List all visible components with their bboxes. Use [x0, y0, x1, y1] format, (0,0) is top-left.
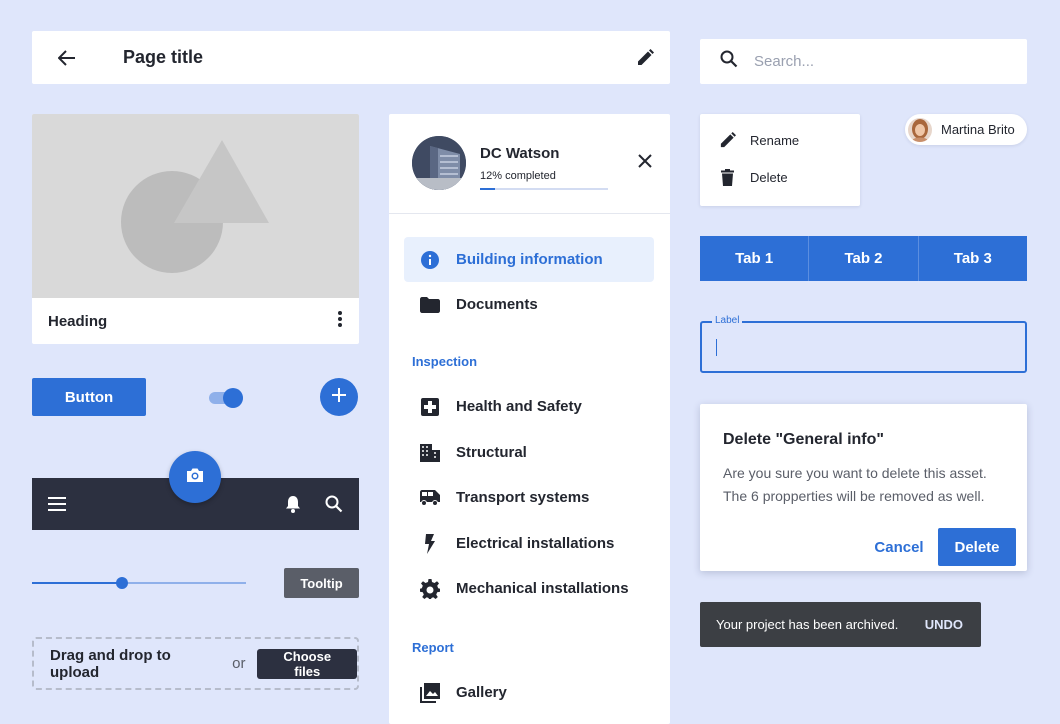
back-arrow-icon[interactable] [32, 49, 102, 66]
nav-item-label: Structural [456, 444, 527, 461]
search-icon[interactable] [325, 495, 343, 513]
top-app-bar: Page title [32, 31, 670, 84]
menu-item-delete[interactable]: Delete [718, 169, 788, 186]
slider[interactable] [32, 575, 246, 591]
bolt-icon [418, 533, 442, 554]
section-label-report: Report [412, 640, 454, 655]
info-icon [418, 250, 442, 269]
hamburger-menu-icon[interactable] [48, 497, 66, 511]
nav-item-label: Gallery [456, 684, 507, 701]
tab-bar: Tab 1 Tab 2 Tab 3 [700, 236, 1027, 281]
menu-item-label: Delete [750, 170, 788, 185]
text-field-label: Label [712, 315, 743, 326]
image-card: Heading [32, 114, 359, 344]
camera-fab-button[interactable] [169, 451, 221, 503]
tab-3[interactable]: Tab 3 [918, 236, 1027, 281]
section-label-inspection: Inspection [412, 354, 478, 369]
dialog-body: Are you sure you want to delete this ass… [723, 465, 987, 504]
search-icon [720, 50, 738, 73]
context-menu: Rename Delete [700, 114, 860, 206]
nav-item-health-and-safety[interactable]: Health and Safety [404, 384, 654, 429]
choose-files-button[interactable]: Choose files [257, 648, 357, 679]
snackbar: Your project has been archived. UNDO [700, 602, 981, 647]
nav-item-label: Documents [456, 296, 538, 313]
nav-item-label: Health and Safety [456, 398, 582, 415]
tab-2[interactable]: Tab 2 [809, 236, 919, 281]
nav-item-gallery[interactable]: Gallery [404, 670, 654, 715]
more-vertical-icon[interactable] [337, 310, 343, 333]
page-title: Page title [123, 47, 204, 67]
gallery-icon [418, 682, 442, 703]
nav-item-label: Electrical installations [456, 535, 615, 552]
label-text-field[interactable]: Label [700, 315, 1027, 373]
avatar [412, 136, 466, 190]
progress-fill [480, 188, 496, 190]
user-name: DC Watson [480, 145, 560, 162]
card-heading: Heading [48, 312, 108, 330]
close-icon[interactable] [638, 154, 652, 173]
chip-label: Martina Brito [941, 122, 1015, 137]
plus-icon [332, 387, 346, 407]
progress-bar [480, 188, 608, 190]
add-fab-button[interactable] [320, 378, 358, 416]
snackbar-message: Your project has been archived. [716, 617, 899, 632]
slider-fill [32, 582, 122, 584]
nav-item-structural[interactable]: Structural [404, 430, 654, 475]
nav-item-label: Transport systems [456, 489, 590, 506]
gear-icon [418, 578, 442, 599]
nav-item-mechanical-installations[interactable]: Mechanical installations [404, 566, 654, 611]
nav-item-documents[interactable]: Documents [404, 282, 654, 327]
file-dropzone[interactable]: Drag and drop to upload or Choose files [32, 637, 359, 690]
delete-button[interactable]: Delete [938, 528, 1016, 566]
menu-item-rename[interactable]: Rename [718, 132, 799, 149]
first-aid-icon [418, 397, 442, 416]
primary-button[interactable]: Button [32, 378, 146, 416]
trash-icon [718, 169, 736, 186]
dropzone-or: or [232, 655, 246, 672]
panel-header: DC Watson 12% completed [389, 114, 670, 214]
slider-thumb[interactable] [115, 577, 128, 589]
search-bar [700, 39, 1027, 84]
avatar [908, 117, 932, 142]
bus-icon [418, 489, 442, 506]
building-icon [418, 443, 442, 462]
search-input[interactable] [754, 53, 1004, 70]
delete-dialog: Delete "General info" Are you sure you w… [700, 404, 1027, 571]
toggle-knob [223, 388, 243, 408]
tab-1[interactable]: Tab 1 [700, 236, 810, 281]
folder-icon [418, 296, 442, 313]
tooltip: Tooltip [284, 568, 359, 598]
nav-item-electrical-installations[interactable]: Electrical installations [404, 521, 654, 566]
dialog-title: Delete "General info" [723, 431, 884, 448]
pencil-icon [718, 132, 736, 149]
camera-icon [186, 467, 204, 488]
cancel-button[interactable]: Cancel [864, 529, 934, 565]
nav-item-label: Building information [456, 251, 603, 268]
text-cursor [716, 339, 717, 356]
nav-item-transport-systems[interactable]: Transport systems [404, 475, 654, 520]
nav-item-building-information[interactable]: Building information [404, 237, 654, 282]
nav-item-label: Mechanical installations [456, 580, 629, 597]
navigation-panel: DC Watson 12% completed Building informa… [389, 114, 670, 724]
menu-item-label: Rename [750, 133, 800, 148]
pencil-icon[interactable] [620, 48, 670, 67]
user-chip[interactable]: Martina Brito [905, 114, 1027, 145]
bell-icon[interactable] [285, 495, 301, 513]
progress-label: 12% completed [480, 170, 556, 182]
toggle-switch[interactable] [209, 388, 243, 408]
undo-button[interactable]: UNDO [925, 617, 963, 632]
image-placeholder [32, 114, 359, 298]
dropzone-text: Drag and drop to upload [50, 646, 171, 681]
